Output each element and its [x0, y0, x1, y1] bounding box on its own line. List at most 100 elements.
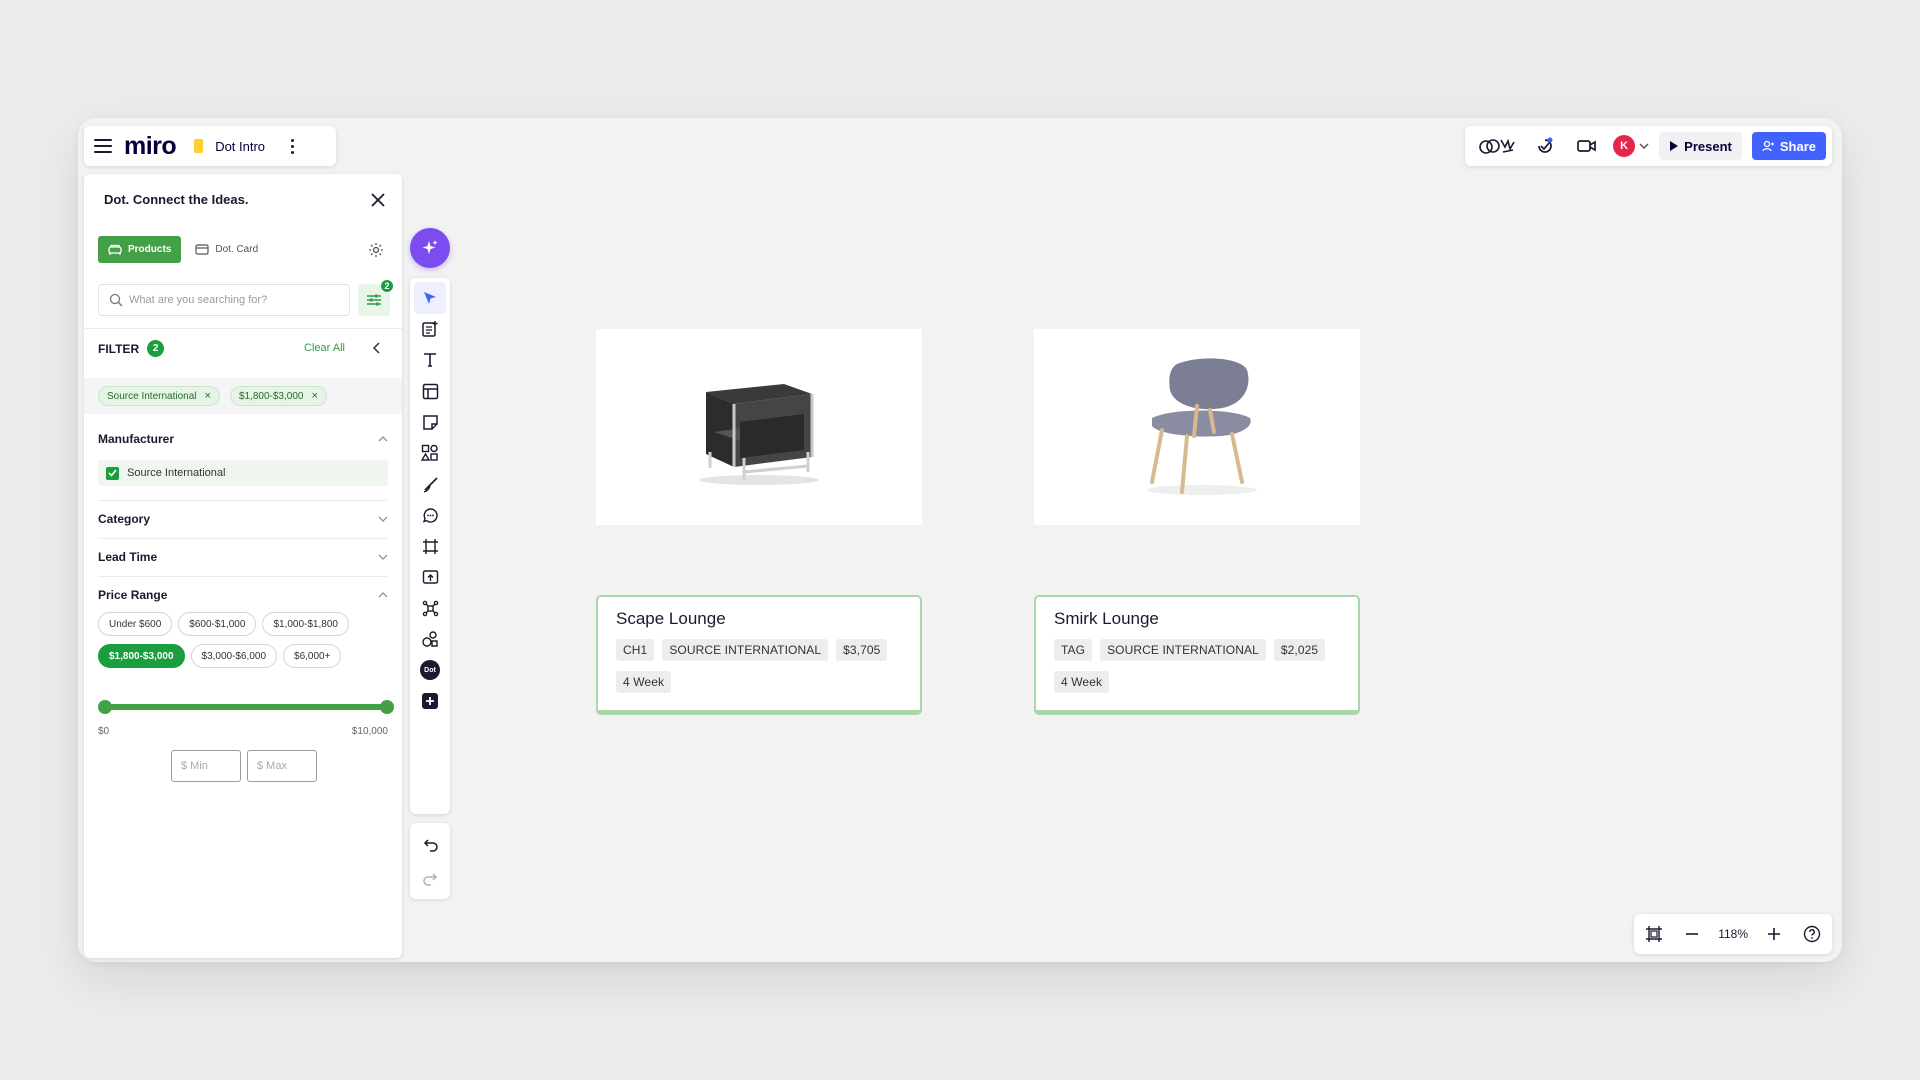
board-bar: miro Dot Intro [84, 126, 336, 166]
divider [98, 538, 388, 539]
manufacturer-option[interactable]: Source International [98, 460, 388, 486]
zoom-in-button[interactable] [1762, 922, 1786, 946]
tab-products[interactable]: Products [98, 236, 182, 263]
sparkle-icon [422, 240, 438, 254]
active-filter-chip: $1,800-$3,000 × [229, 386, 327, 406]
ai-assist-button[interactable] [410, 228, 450, 268]
price-chip[interactable]: $600-$1,000 [178, 612, 257, 636]
templates-tool[interactable] [414, 313, 446, 345]
price-chip-selected[interactable]: $1,800-$3,000 [98, 644, 185, 668]
tab-dot-card[interactable]: Dot. Card [195, 244, 258, 255]
card-icon [195, 244, 209, 255]
help-button[interactable] [1800, 922, 1824, 946]
user-share-icon [1762, 140, 1774, 152]
filter-header: FILTER 2 [98, 340, 165, 357]
redo-button[interactable] [414, 863, 446, 895]
sticky-note-tool[interactable] [414, 406, 446, 438]
menu-icon[interactable] [94, 139, 112, 153]
manufacturer-label: Manufacturer [98, 432, 175, 446]
price-slider-max-handle[interactable] [380, 700, 394, 714]
shapes-tool[interactable] [414, 437, 446, 469]
price-slider-track[interactable] [98, 700, 394, 714]
board-color-swatch [194, 139, 204, 153]
gear-icon[interactable] [368, 242, 384, 258]
upload-tool[interactable] [414, 561, 446, 593]
pen-icon [423, 476, 438, 493]
filter-count: 2 [147, 340, 165, 357]
timer-check-icon[interactable] [1529, 132, 1561, 160]
table-tool[interactable] [414, 375, 446, 407]
comment-tool[interactable] [414, 499, 446, 531]
filter-count-badge: 2 [380, 279, 394, 293]
fit-to-screen-button[interactable] [1642, 922, 1666, 946]
price-range-section-header[interactable]: Price Range [98, 588, 388, 602]
search-box [98, 284, 350, 316]
max-price-input[interactable] [247, 750, 317, 782]
zoom-level[interactable]: 118% [1718, 927, 1748, 941]
pen-tool[interactable] [414, 468, 446, 500]
board-options-icon[interactable] [291, 138, 295, 154]
chevron-down-icon [1639, 143, 1649, 150]
miro-window: miro Dot Intro K Present Share Dot. Conn… [78, 118, 1842, 962]
dot-side-panel: Dot. Connect the Ideas. Products Dot. Ca… [84, 174, 402, 958]
product-image-card[interactable] [596, 329, 922, 525]
chip-remove-icon[interactable]: × [205, 390, 211, 402]
chevron-left-icon[interactable] [372, 342, 382, 354]
chip-label: $1,800-$3,000 [238, 390, 304, 402]
divider [98, 500, 388, 501]
clear-all-link[interactable]: Clear All [304, 342, 345, 354]
chip-label: Source International [107, 390, 197, 402]
video-call-icon[interactable] [1571, 132, 1603, 160]
board-name[interactable]: Dot Intro [215, 139, 265, 154]
zoom-out-button[interactable] [1680, 922, 1704, 946]
price-chip[interactable]: $6,000+ [283, 644, 342, 668]
mindmap-tool[interactable] [414, 592, 446, 624]
product-tag: CH1 [616, 639, 655, 661]
panel-title: Dot. Connect the Ideas. [104, 192, 249, 207]
price-range-label: Price Range [98, 588, 168, 602]
min-price-input[interactable] [171, 750, 241, 782]
product-info-card[interactable]: Scape Lounge CH1 SOURCE INTERNATIONAL $3… [596, 595, 922, 715]
product-tags: CH1 SOURCE INTERNATIONAL $3,705 4 Week [616, 639, 902, 693]
frame-tool[interactable] [414, 530, 446, 562]
select-tool[interactable] [414, 282, 446, 314]
add-tool[interactable] [414, 685, 446, 717]
grey-lounge-chair-image [1147, 358, 1257, 495]
zoom-controls: 118% [1634, 914, 1832, 954]
frame-fit-icon [1646, 926, 1663, 942]
category-section-header[interactable]: Category [98, 512, 388, 526]
price-chip[interactable]: $3,000-$6,000 [190, 644, 278, 668]
present-button[interactable]: Present [1659, 132, 1742, 160]
play-icon [1670, 141, 1679, 151]
redo-icon [422, 873, 437, 886]
price-chip[interactable]: $1,000-$1,800 [262, 612, 349, 636]
checkbox-checked[interactable] [106, 466, 119, 480]
text-tool[interactable] [414, 344, 446, 376]
search-input[interactable] [129, 294, 329, 306]
lead-time-label: Lead Time [98, 550, 158, 564]
lead-time-section-header[interactable]: Lead Time [98, 550, 388, 564]
price-slider-min-handle[interactable] [98, 700, 112, 714]
filter-toggle-button[interactable]: 2 [358, 279, 394, 316]
product-name: Scape Lounge [616, 609, 726, 628]
panel-tabs: Products Dot. Card [98, 236, 258, 263]
share-button[interactable]: Share [1751, 132, 1826, 160]
chevron-down-icon [378, 516, 388, 522]
divider [98, 576, 388, 577]
price-chip[interactable]: Under $600 [98, 612, 173, 636]
reactions-icon[interactable] [1477, 132, 1519, 160]
undo-button[interactable] [414, 829, 446, 861]
manufacturer-option-label: Source International [127, 467, 226, 479]
product-image-card[interactable] [1034, 329, 1360, 525]
user-avatar-menu[interactable]: K [1613, 135, 1649, 157]
shapes-icon [421, 444, 438, 461]
comment-icon [422, 507, 438, 523]
active-filters: Source International × $1,800-$3,000 × [84, 378, 402, 414]
dot-app-tool[interactable]: Dot [414, 654, 446, 686]
manufacturer-section-header[interactable]: Manufacturer [98, 432, 388, 446]
close-icon[interactable] [368, 190, 388, 210]
more-apps-tool[interactable] [414, 623, 446, 655]
chip-remove-icon[interactable]: × [311, 390, 317, 402]
product-info-card[interactable]: Smirk Lounge TAG SOURCE INTERNATIONAL $2… [1034, 595, 1360, 715]
product-tag: $3,705 [836, 639, 888, 661]
